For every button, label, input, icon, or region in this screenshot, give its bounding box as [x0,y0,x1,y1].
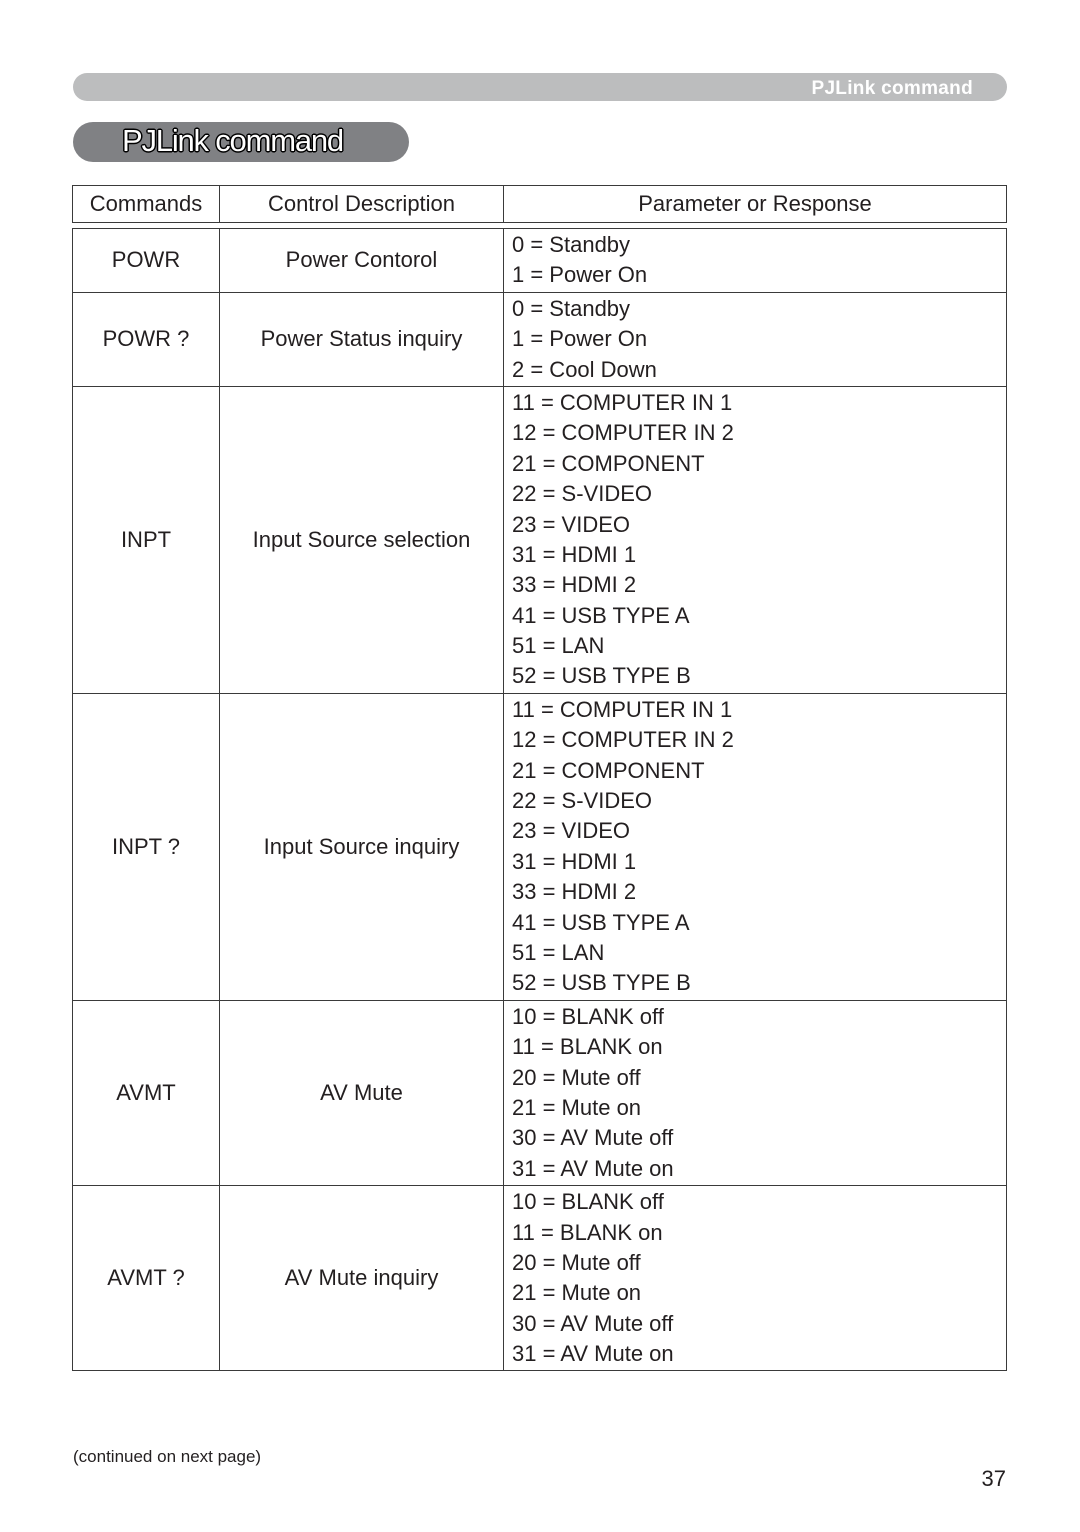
response-value: 21 = Mute on [512,1094,642,1120]
response-cell: 11 = COMPUTER IN 1 12 = COMPUTER IN 2 21 =… [503,692,1007,1001]
table-header: Commands Control Description Parameter o… [72,185,1007,223]
command-table: POWR Power Contorol 0 = Standby 1 = Power O… [72,228,1007,1372]
command-cell: AVMT [72,999,220,1187]
command-cell: POWR ? [72,291,220,387]
description-cell: AV Mute inquiry [219,1185,504,1372]
response-value: 30 = AV Mute off [512,1310,674,1336]
command-cell: POWR [72,228,220,293]
response-value: 11 = COMPUTER IN 1 [512,389,733,415]
response-value: 41 = USB TYPE A [512,909,690,935]
response-value: 31 = HDMI 1 [512,541,637,567]
description-cell: Power Status inquiry [219,291,504,387]
response-cell: 0 = Standby 1 = Power On [503,228,1007,293]
section-label: PJLink command [811,78,973,99]
column-header-description: Control Description [219,185,504,223]
description-cell: Input Source selection [219,385,504,694]
page-title-pill: PJLink command [73,122,409,162]
response-cell: 0 = Standby 1 = Power On 2 = Cool Down [503,291,1007,387]
description-cell: AV Mute [219,999,504,1187]
response-value: 22 = S-VIDEO [512,481,653,507]
response-value: 30 = AV Mute off [512,1125,674,1151]
description-cell: Input Source inquiry [219,692,504,1001]
response-value: 52 = USB TYPE B [512,970,691,996]
response-value: 21 = COMPONENT [512,450,705,476]
command-cell: INPT [72,385,220,694]
response-value: 2 = Cool Down [512,356,657,382]
response-value: 10 = BLANK off [512,1189,664,1215]
page-title: PJLink command [122,123,344,158]
response-value: 11 = COMPUTER IN 1 [512,696,733,722]
response-value: 0 = Standby [512,295,631,321]
response-value: 1 = Power On [512,262,648,288]
table-row: INPT ? Input Source inquiry 11 = COMPUTER … [72,692,1007,1001]
command-cell: INPT ? [72,692,220,1001]
response-value: 33 = HDMI 2 [512,879,637,905]
section-header-bar: PJLink command [73,73,1007,101]
response-value: 31 = HDMI 1 [512,848,637,874]
response-value: 20 = Mute off [512,1064,641,1090]
response-value: 12 = COMPUTER IN 2 [512,420,734,446]
table-row: INPT Input Source selection 11 = COMPUTER … [72,385,1007,694]
response-value: 52 = USB TYPE B [512,663,691,689]
response-value: 22 = S-VIDEO [512,788,653,814]
response-value: 10 = BLANK off [512,1003,664,1029]
response-cell: 10 = BLANK off 11 = BLANK on 20 = Mute off… [503,999,1007,1187]
response-value: 20 = Mute off [512,1249,641,1275]
response-value: 23 = VIDEO [512,818,631,844]
continued-note: (continued on next page) [73,1447,262,1466]
column-header-commands: Commands [72,185,220,223]
command-cell: AVMT ? [72,1185,220,1372]
response-cell: 11 = COMPUTER IN 1 12 = COMPUTER IN 2 21 =… [503,385,1007,694]
response-value: 11 = BLANK on [512,1219,663,1245]
table-row: AVMT ? AV Mute inquiry 10 = BLANK off 11 = … [72,1185,1007,1372]
response-value: 51 = LAN [512,633,605,659]
response-value: 0 = Standby [512,232,631,257]
response-value: 41 = USB TYPE A [512,602,690,628]
response-value: 31 = AV Mute on [512,1341,674,1367]
response-value: 31 = AV Mute on [512,1155,674,1181]
response-value: 21 = Mute on [512,1280,642,1306]
table-row: POWR Power Contorol 0 = Standby 1 = Power O… [72,228,1007,293]
description-cell: Power Contorol [219,228,504,293]
response-cell: 10 = BLANK off 11 = BLANK on 20 = Mute off… [503,1185,1007,1372]
response-value: 33 = HDMI 2 [512,572,637,598]
table-row: POWR ? Power Status inquiry 0 = Standby 1 =… [72,291,1007,387]
page-number: 37 [981,1466,1006,1491]
response-value: 51 = LAN [512,939,605,965]
response-value: 21 = COMPONENT [512,757,705,783]
response-value: 11 = BLANK on [512,1034,663,1060]
response-value: 23 = VIDEO [512,511,631,537]
response-value: 12 = COMPUTER IN 2 [512,727,734,753]
column-header-parameter: Parameter or Response [503,185,1007,223]
table-row: AVMT AV Mute 10 = BLANK off 11 = BLANK on 20… [72,999,1007,1187]
response-value: 1 = Power On [512,326,648,352]
